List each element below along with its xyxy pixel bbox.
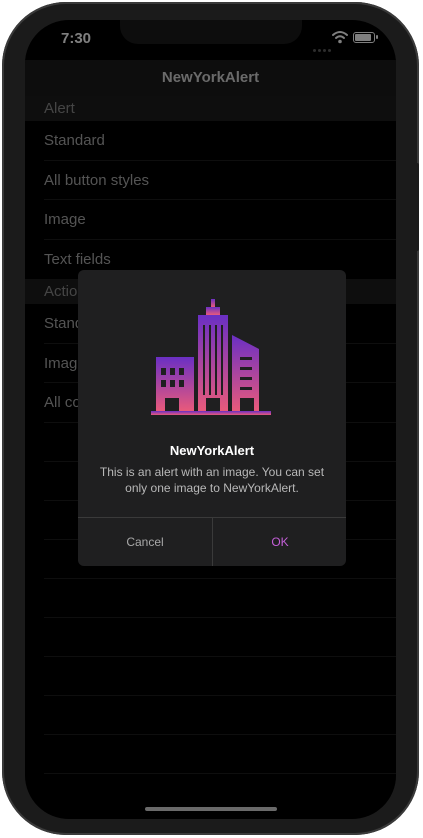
cancel-button[interactable]: Cancel: [78, 518, 212, 566]
alert-title: NewYorkAlert: [169, 443, 255, 458]
city-buildings-icon: [151, 299, 271, 415]
ok-button[interactable]: OK: [213, 518, 346, 566]
volume-up-button: [4, 163, 10, 217]
alert-message: This is an alert with an image. You can …: [99, 465, 325, 495]
mute-switch: [4, 108, 10, 138]
power-button: [413, 163, 419, 251]
alert-dialog: NewYorkAlert This is an alert with an im…: [78, 270, 346, 566]
home-indicator[interactable]: [145, 807, 277, 811]
volume-down-button: [4, 227, 10, 281]
screen: 7:30 NewYorkAlert Alert Standard All but…: [25, 20, 396, 819]
